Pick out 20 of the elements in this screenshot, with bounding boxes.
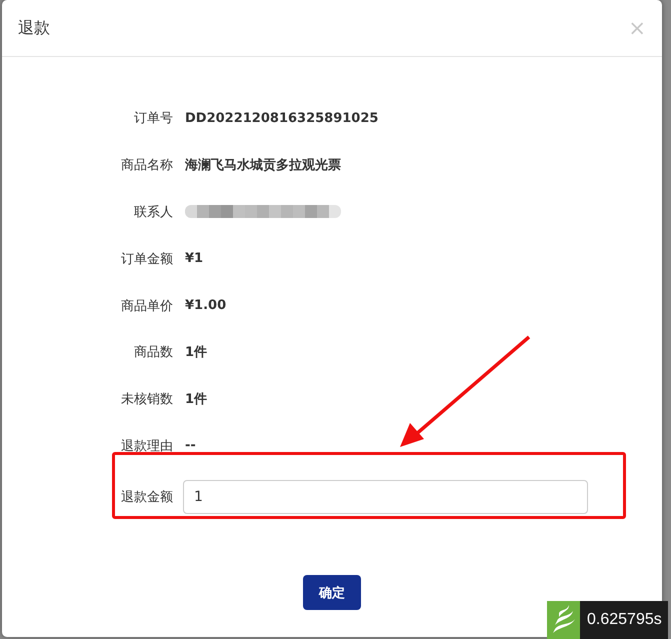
- field-value: 1件: [185, 344, 208, 362]
- field-value: DD2022120816325891025: [185, 110, 378, 126]
- field-label: 退款金额: [120, 489, 174, 506]
- confirm-button[interactable]: 确定: [303, 575, 361, 610]
- field-label: 商品名称: [120, 157, 174, 174]
- field-value: ¥1.00: [185, 298, 226, 314]
- field-label: 订单金额: [120, 250, 174, 268]
- field-value: 海澜飞马水城贡多拉观光票: [185, 156, 341, 174]
- refund-amount-field[interactable]: 1: [183, 480, 588, 514]
- field-label: 联系人: [133, 204, 174, 221]
- timing-value: 0.625795s: [586, 610, 663, 630]
- field-label: 未核销数: [120, 391, 174, 408]
- field-label: 订单号: [133, 110, 174, 128]
- dialog-title: 退款: [18, 18, 50, 38]
- field-value: 1件: [185, 391, 208, 408]
- field-label: 商品数: [133, 344, 174, 362]
- field-label: 商品单价: [120, 298, 174, 315]
- field-label: 退款理由: [120, 438, 174, 455]
- field-value: --: [185, 438, 196, 454]
- field-value: ¥1: [185, 251, 204, 266]
